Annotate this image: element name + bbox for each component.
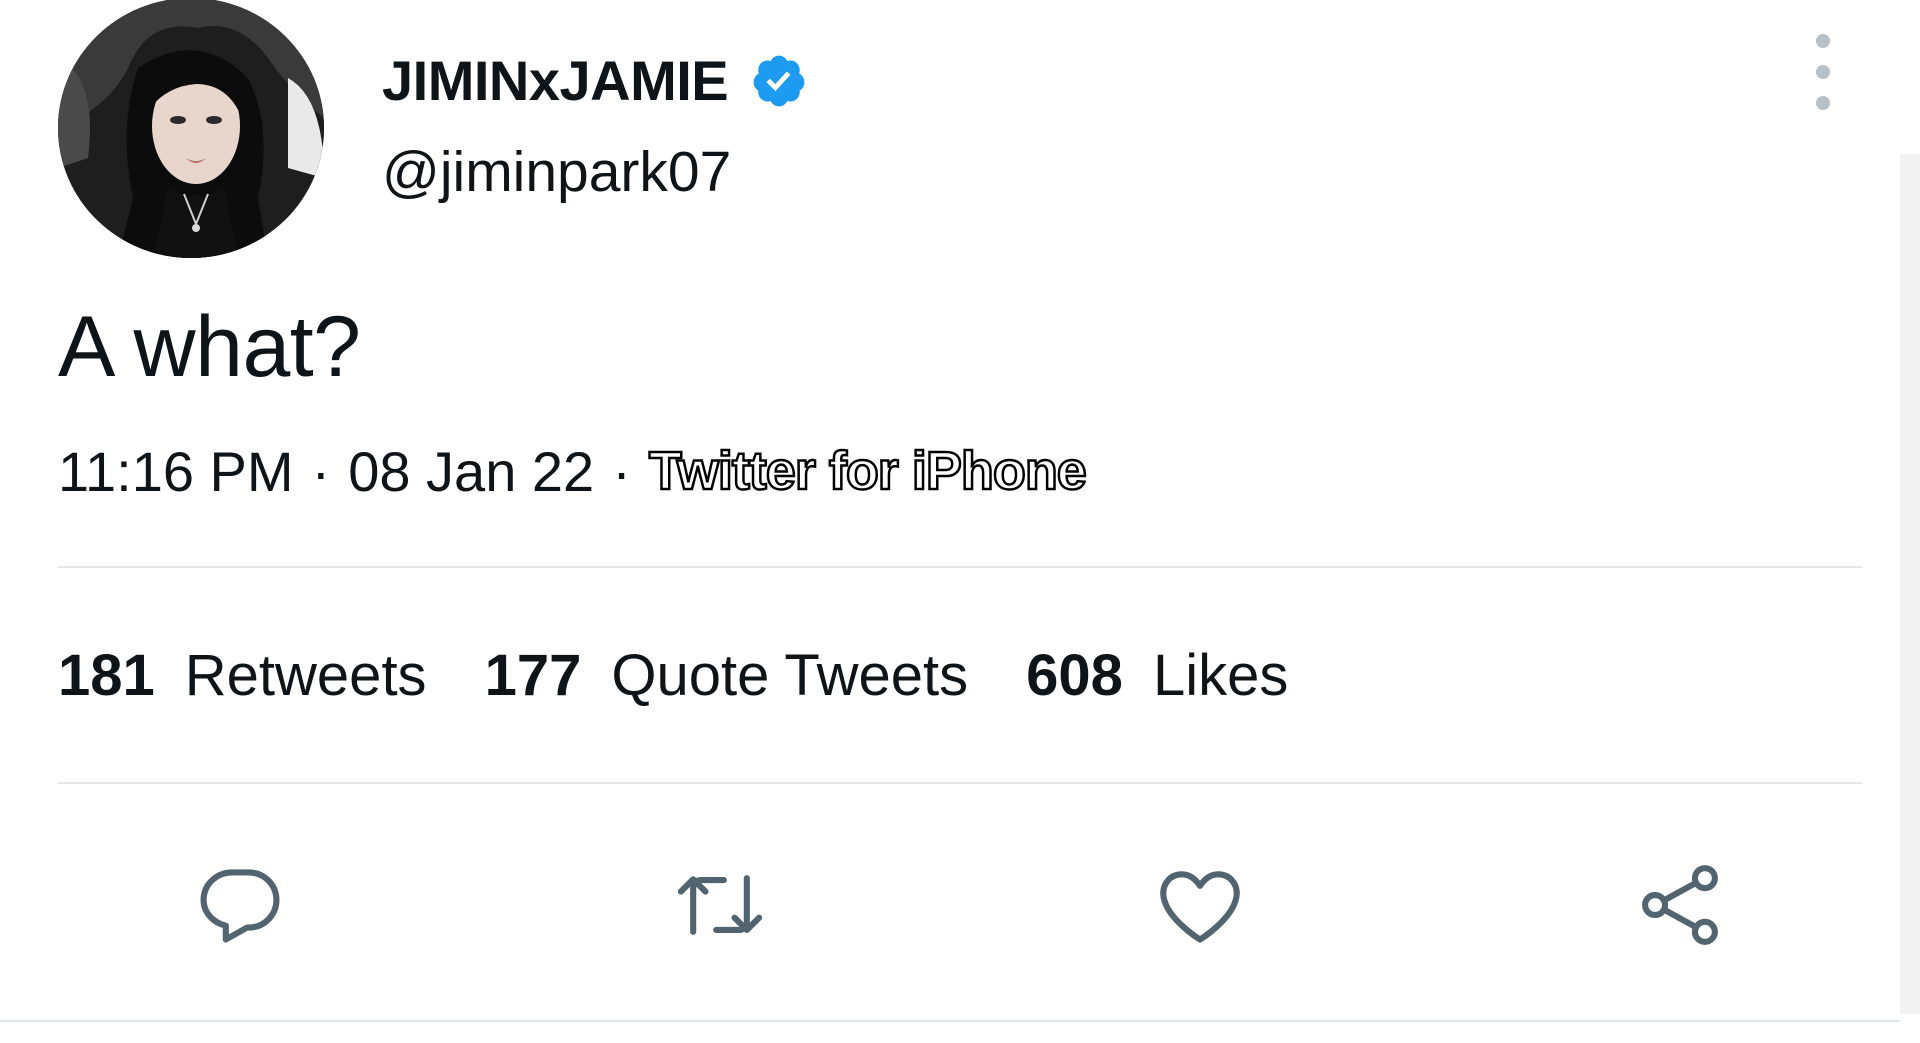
share-button[interactable] xyxy=(1625,850,1735,960)
tweet-meta: 11:16 PM · 08 Jan 22 · Twitter for iPhon… xyxy=(58,439,1089,504)
more-options-button[interactable] xyxy=(1806,34,1840,110)
tweet-time[interactable]: 11:16 PM xyxy=(58,439,294,504)
reply-icon xyxy=(200,869,280,943)
stat-label: Retweets xyxy=(184,642,427,708)
tweet-detail: JIMINxJAMIE @jiminpark07 A what? 11:16 P… xyxy=(0,0,1920,1043)
tweet-text: A what? xyxy=(58,299,361,395)
engagement-stats: 181 Retweets 177 Quote Tweets 608 Likes xyxy=(58,640,1288,710)
stat-likes[interactable]: 608 Likes xyxy=(1026,642,1288,709)
like-button[interactable] xyxy=(1145,850,1255,960)
stat-label: Quote Tweets xyxy=(611,642,969,708)
tweet-date[interactable]: 08 Jan 22 xyxy=(348,439,594,504)
avatar[interactable] xyxy=(58,0,324,258)
like-icon xyxy=(1160,871,1240,943)
stat-count: 177 xyxy=(484,642,582,708)
divider xyxy=(0,1020,1900,1022)
share-icon xyxy=(1642,865,1718,945)
verified-badge-icon xyxy=(753,55,805,107)
retweet-icon xyxy=(677,875,763,935)
scrollbar-track[interactable] xyxy=(1900,154,1920,1014)
stat-retweets[interactable]: 181 Retweets xyxy=(58,642,427,709)
divider xyxy=(58,782,1862,784)
stat-count: 608 xyxy=(1026,642,1123,708)
meta-separator: · xyxy=(311,439,331,503)
stat-label: Likes xyxy=(1152,642,1289,708)
divider xyxy=(58,566,1862,568)
more-vertical-icon-dot xyxy=(1816,96,1830,110)
stat-count: 181 xyxy=(58,642,155,708)
tweet-source-link[interactable]: Twitter for iPhone xyxy=(648,440,1089,503)
user-handle[interactable]: @jiminpark07 xyxy=(382,144,731,201)
reply-button[interactable] xyxy=(185,850,295,960)
avatar-image xyxy=(58,0,324,258)
more-vertical-icon-dot xyxy=(1816,34,1830,48)
more-vertical-icon-dot xyxy=(1816,65,1830,79)
retweet-button[interactable] xyxy=(665,850,775,960)
display-name[interactable]: JIMINxJAMIE xyxy=(382,53,729,109)
stat-quote-tweets[interactable]: 177 Quote Tweets xyxy=(485,642,969,709)
meta-separator: · xyxy=(612,439,631,503)
tweet-actions-bar xyxy=(0,850,1900,960)
display-name-row: JIMINxJAMIE xyxy=(382,46,808,116)
